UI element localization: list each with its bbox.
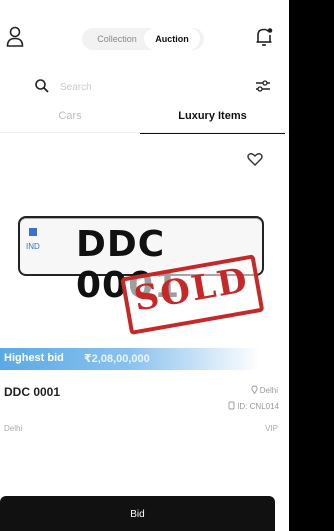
listing-location: Delhi (226, 385, 278, 395)
plate-emblem-icon (29, 228, 37, 236)
listing-id: ID: CNL014 (205, 401, 279, 411)
plate-country-code: IND (26, 242, 40, 251)
tab-cars[interactable]: Cars (0, 104, 140, 132)
listing-id-text: ID: CNL014 (237, 402, 279, 411)
listing-city: Delhi (4, 424, 23, 433)
location-pin-icon (251, 385, 258, 394)
listing-title: DDC 0001 (4, 385, 61, 399)
sliders-icon[interactable] (254, 78, 272, 94)
segment-collection[interactable]: Collection (88, 28, 146, 50)
heart-icon[interactable] (246, 150, 264, 168)
category-tabs: Cars Luxury Items (0, 104, 289, 134)
id-tag-icon (228, 401, 235, 410)
bid-button[interactable]: Bid (0, 496, 275, 531)
segment-auction[interactable]: Auction (144, 28, 200, 50)
app-screen: Collection Auction Cars Luxury Items (0, 0, 289, 531)
user-icon[interactable] (6, 26, 26, 48)
top-bar: Collection Auction (0, 0, 289, 62)
search-input[interactable] (58, 76, 222, 98)
bell-icon[interactable] (254, 26, 274, 48)
tab-divider (0, 132, 289, 133)
search-icon (35, 79, 49, 93)
highest-bid-value: ₹2,08,00,000 (84, 353, 150, 365)
tab-luxury-items[interactable]: Luxury Items (140, 104, 285, 134)
collection-auction-toggle: Collection Auction (82, 28, 204, 50)
listing-category: VIP (265, 424, 278, 433)
search-bar (0, 74, 289, 98)
highest-bid-label: Highest bid (4, 352, 64, 364)
highest-bid-banner: Highest bid ₹2,08,00,000 (0, 348, 289, 370)
listing-location-text: Delhi (259, 386, 278, 395)
